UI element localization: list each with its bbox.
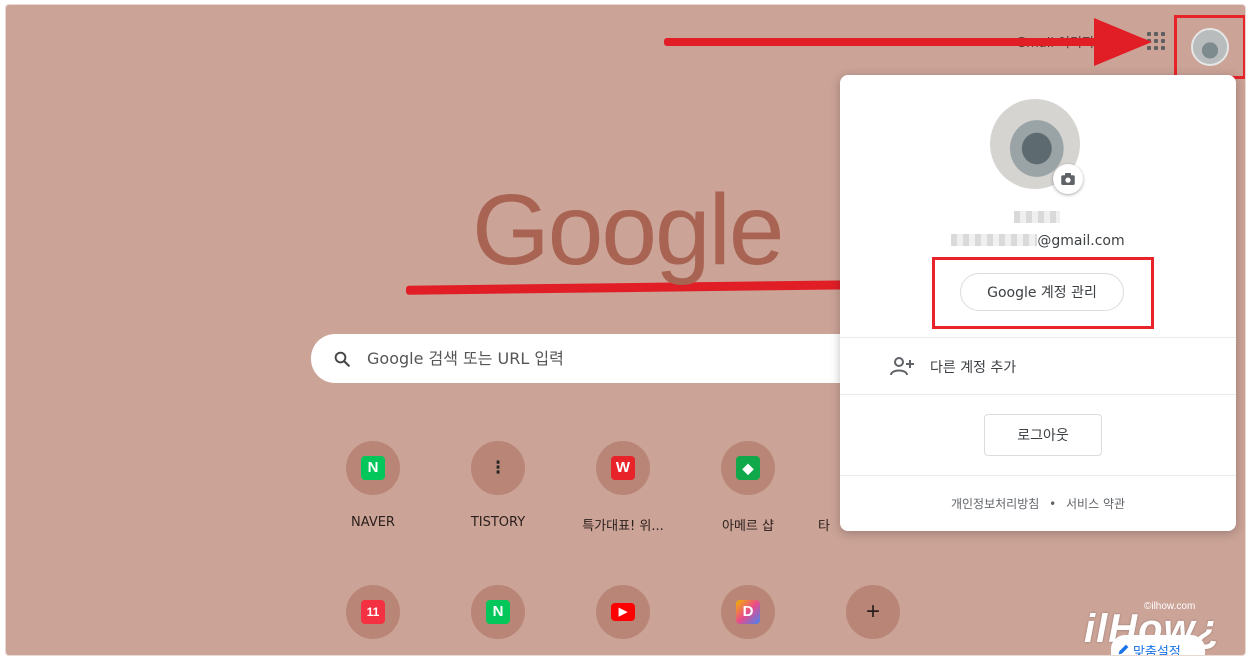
shortcut-amer-shop[interactable]: ◆ 아메르 샵 xyxy=(693,441,803,534)
add-shortcut-circle: + xyxy=(846,585,900,639)
person-add-icon xyxy=(890,357,914,376)
account-email: @gmail.com xyxy=(840,233,1236,249)
shortcut-label: 타 xyxy=(818,519,830,534)
camera-icon xyxy=(1061,173,1075,185)
browser-new-tab-page: Gmail 이미지 Google N NAVER ⁝ TISTORY W 특가대… xyxy=(5,4,1246,656)
naver-icon: N xyxy=(361,456,385,480)
shortcut-daum-circle: D xyxy=(721,585,775,639)
avatar-highlight-box xyxy=(1174,15,1245,79)
google-logo: Google xyxy=(472,174,784,286)
email-domain: @gmail.com xyxy=(1037,233,1125,249)
panel-footer-links: 개인정보처리방침 • 서비스 약관 xyxy=(840,495,1236,512)
naver-icon: N xyxy=(486,600,510,624)
customize-button[interactable]: 맞춤설정 xyxy=(1111,635,1205,656)
arrow-to-avatar-head xyxy=(1094,18,1152,66)
apps-grid-dot xyxy=(1161,32,1165,36)
shortcut-naver[interactable]: N NAVER xyxy=(318,441,428,530)
shortcut-wemakeprice[interactable]: W 특가대표! 위... xyxy=(568,441,678,534)
youtube-icon: ▶ xyxy=(611,603,635,621)
account-avatar-button[interactable] xyxy=(1191,28,1229,66)
shortcut-naver-2-circle: N xyxy=(471,585,525,639)
divider xyxy=(840,475,1236,476)
email-user-blurred xyxy=(951,234,1038,246)
shortcut-11st-circle: 11 xyxy=(346,585,400,639)
divider xyxy=(840,394,1236,395)
manage-account-highlight-box: Google 계정 관리 xyxy=(932,257,1154,329)
terms-of-service-link[interactable]: 서비스 약관 xyxy=(1066,497,1125,511)
search-input[interactable] xyxy=(367,340,837,376)
apps-grid-dot xyxy=(1161,46,1165,50)
pencil-icon xyxy=(1118,644,1129,655)
change-photo-button[interactable] xyxy=(1053,164,1083,194)
shortcut-youtube-circle: ▶ xyxy=(596,585,650,639)
arrow-to-avatar-line xyxy=(664,38,1104,46)
shortcut-wemakeprice-circle: W xyxy=(596,441,650,495)
shortcut-daum[interactable]: D xyxy=(693,585,803,639)
shortcut-label: NAVER xyxy=(351,515,395,530)
shortcut-11st[interactable]: 11 xyxy=(318,585,428,639)
shortcut-label: 특가대표! 위... xyxy=(582,519,664,534)
shortcut-label: 아메르 샵 xyxy=(722,519,774,534)
apps-grid-dot xyxy=(1161,39,1165,43)
add-account-item[interactable]: 다른 계정 추가 xyxy=(840,339,1236,393)
shortcut-tistory[interactable]: ⁝ TISTORY xyxy=(443,441,553,530)
daum-icon: D xyxy=(736,600,760,624)
shortcut-partial[interactable]: 타 xyxy=(818,441,840,534)
customize-label: 맞춤설정 xyxy=(1133,645,1181,656)
11st-icon: 11 xyxy=(361,600,385,624)
wemakeprice-icon: W xyxy=(611,456,635,480)
apps-grid-dot xyxy=(1154,39,1158,43)
shop-icon: ◆ xyxy=(736,456,760,480)
plus-icon: + xyxy=(865,598,880,625)
add-account-label: 다른 계정 추가 xyxy=(930,360,1017,376)
shortcut-label: TISTORY xyxy=(470,515,526,530)
divider xyxy=(840,337,1236,338)
apps-grid-dot xyxy=(1154,46,1158,50)
shortcut-naver-circle: N xyxy=(346,441,400,495)
search-box[interactable] xyxy=(311,334,856,383)
shortcut-tistory-circle: ⁝ xyxy=(471,441,525,495)
manage-google-account-button[interactable]: Google 계정 관리 xyxy=(960,273,1124,311)
privacy-policy-link[interactable]: 개인정보처리방침 xyxy=(951,497,1039,511)
shortcut-naver-2[interactable]: N xyxy=(443,585,553,639)
add-shortcut-button[interactable]: + xyxy=(818,585,928,639)
tistory-icon: ⁝ xyxy=(494,457,502,479)
logout-button[interactable]: 로그아웃 xyxy=(984,414,1102,456)
search-icon xyxy=(334,351,350,367)
shortcut-amer-shop-circle: ◆ xyxy=(721,441,775,495)
account-menu-panel: @gmail.com Google 계정 관리 다른 계정 추가 로그아웃 개인… xyxy=(840,75,1236,531)
shortcut-youtube[interactable]: ▶ xyxy=(568,585,678,639)
footer-separator: • xyxy=(1049,497,1057,511)
account-name-blurred xyxy=(1014,211,1060,223)
apps-grid-dot xyxy=(1154,32,1158,36)
